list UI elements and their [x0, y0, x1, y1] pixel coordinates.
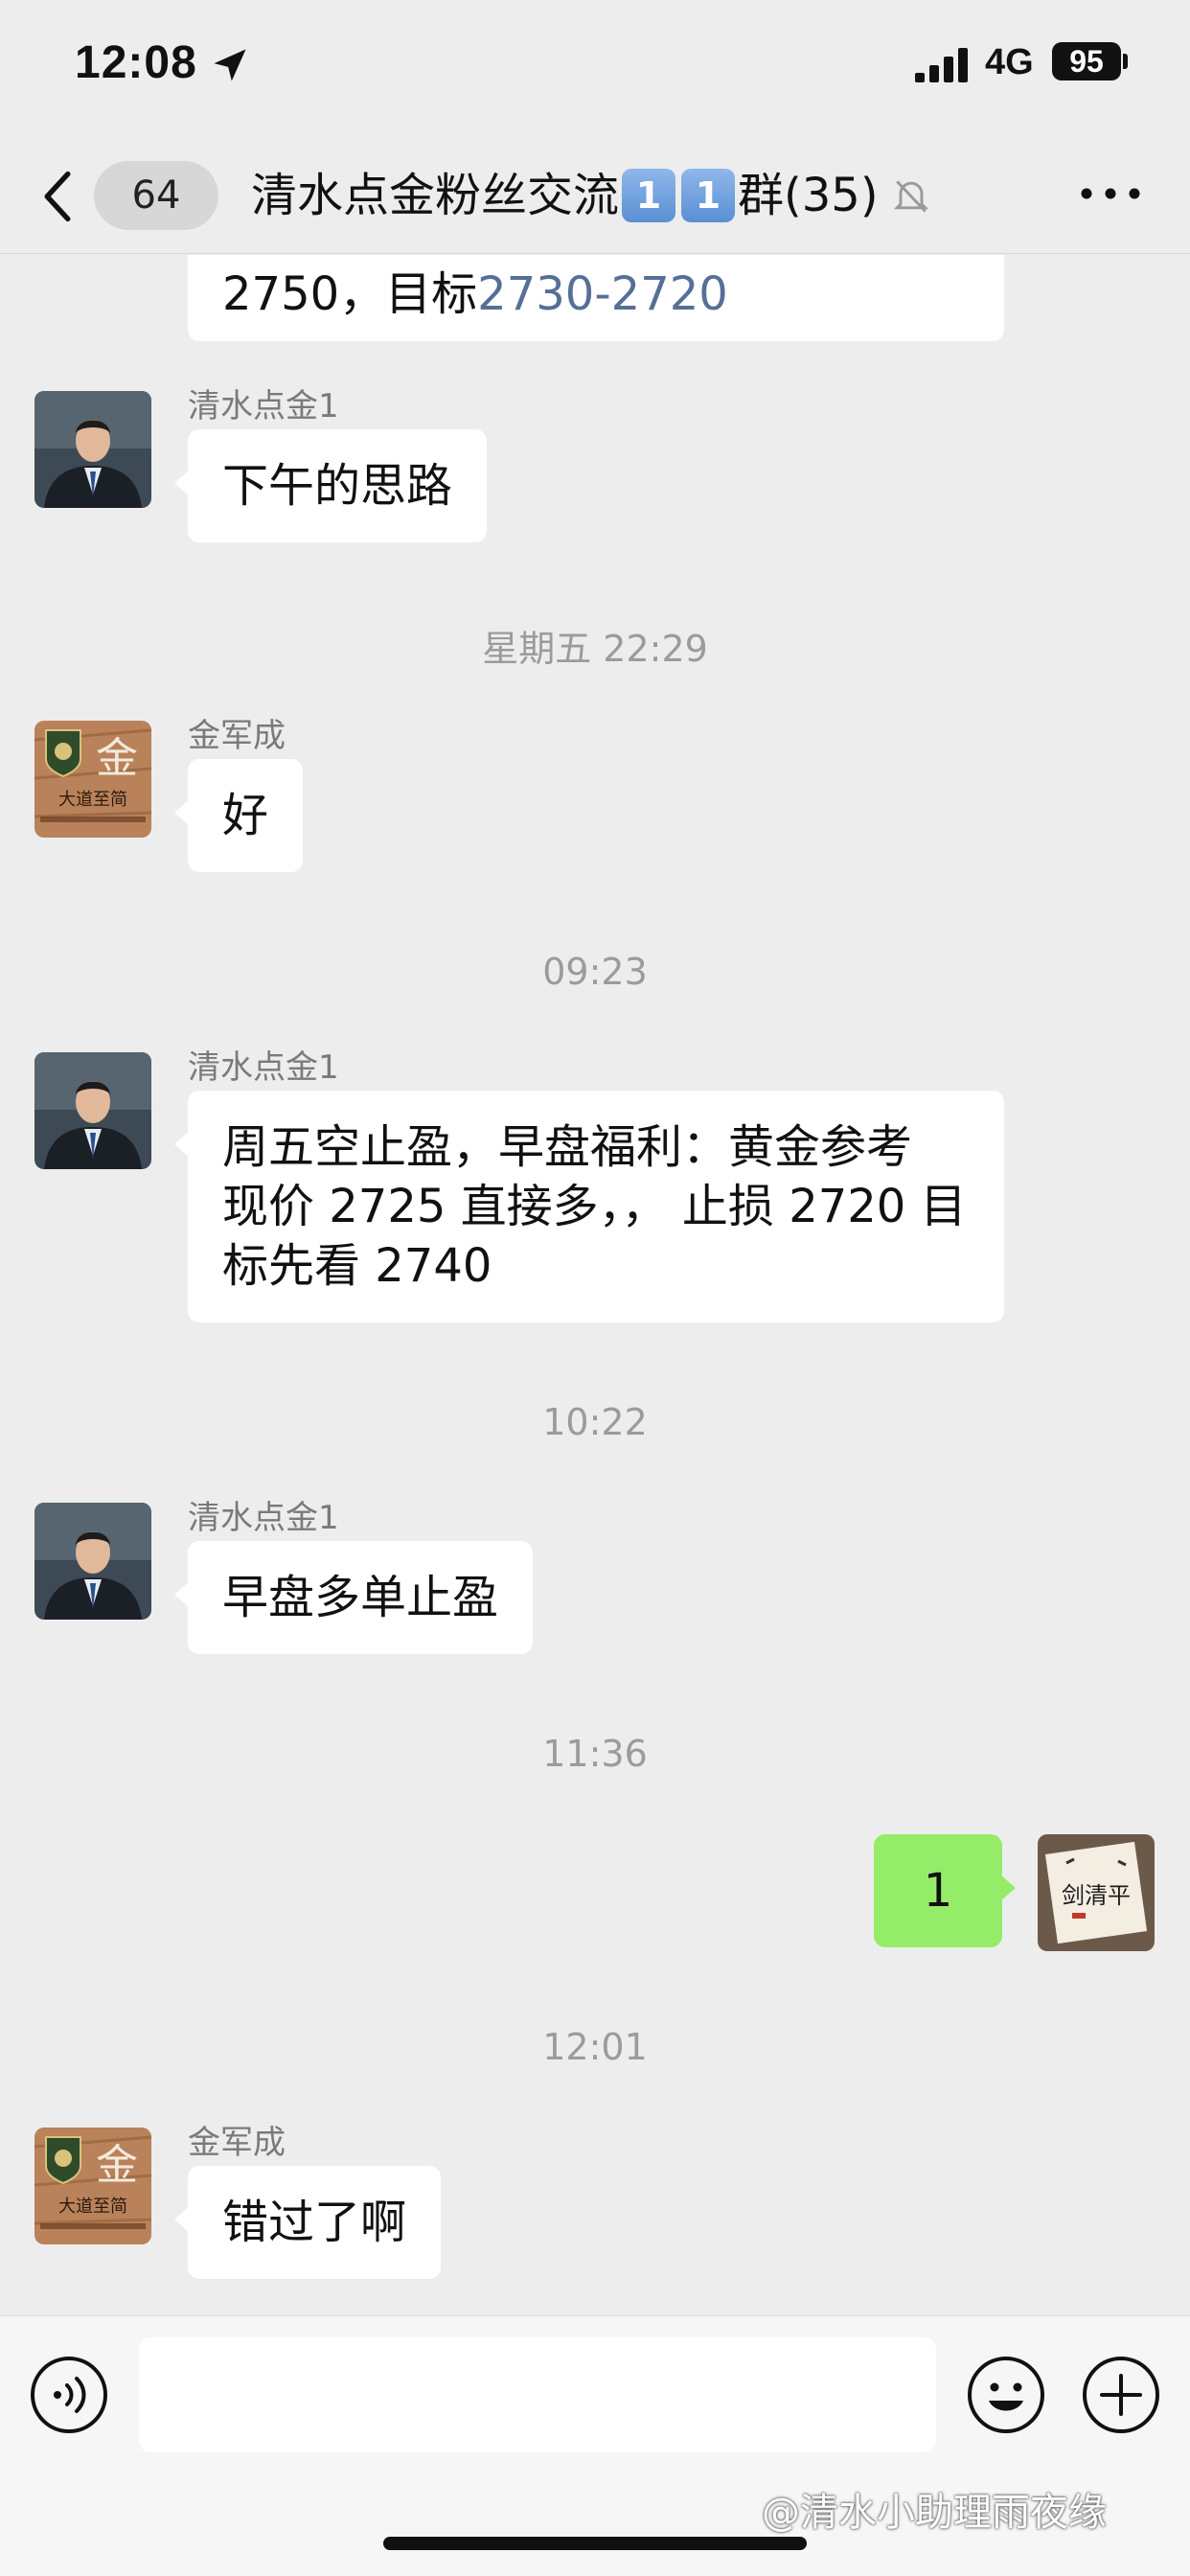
message-text-line: 周五空止盈，早盘福利：黄金参考 — [222, 1120, 913, 1174]
avatar-self[interactable]: 剑清平 — [1038, 1834, 1155, 1951]
timestamp: 12:01 — [542, 2026, 648, 2068]
avatar-script-text: 大道至简 — [58, 790, 127, 810]
avatar[interactable] — [34, 1503, 151, 1620]
title-prefix: 清水点金粉丝交流 — [251, 169, 620, 222]
plus-icon[interactable] — [1081, 2355, 1161, 2435]
message-bubble[interactable]: 好 — [173, 759, 304, 872]
timestamp: 10:22 — [542, 1401, 648, 1443]
avatar[interactable] — [34, 1052, 151, 1169]
message-text: 好 — [222, 789, 269, 842]
avatar-badge-glyph: 金 — [96, 734, 138, 783]
sender-name: 金军成 — [188, 2124, 286, 2162]
message-bubble-self[interactable]: 1 — [874, 1834, 1016, 1947]
avatar-wood-badge: 金 大道至简 — [34, 2128, 151, 2244]
watermark-text: @清水小助理雨夜缘 — [762, 2491, 1107, 2535]
chat-title: 清水点金粉丝交流 1 1 群(35) — [251, 165, 932, 226]
message-bubble[interactable]: 2750，目标2730-2720 — [188, 255, 1004, 341]
avatar[interactable] — [34, 391, 151, 508]
avatar-wood-badge: 金 大道至简 — [34, 721, 151, 838]
title-suffix: 群(35) — [738, 169, 879, 222]
message-text-line: 标先看 2740 — [222, 1239, 492, 1293]
battery-indicator: 95 — [1052, 42, 1121, 80]
message-list[interactable]: 2750，目标2730-2720 清水点金1 下午的思路 星期五 22:29 金… — [0, 255, 1190, 2315]
avatar[interactable]: 金 大道至简 — [34, 2128, 151, 2244]
location-arrow-icon — [214, 49, 246, 81]
bell-slash-icon — [893, 180, 928, 213]
message-text-line: 现价 2725 直接多，， 止损 2720 目 — [222, 1180, 967, 1233]
avatar-calligraphy-card: 剑清平 — [1038, 1834, 1155, 1951]
avatar-man-suit — [34, 391, 151, 508]
message-bubble[interactable]: 错过了啊 — [173, 2166, 442, 2279]
message-text: 下午的思路 — [222, 459, 453, 513]
message-link-text[interactable]: 2730-2720 — [477, 267, 728, 321]
sender-name: 清水点金1 — [188, 387, 339, 426]
avatar-script-text: 大道至简 — [58, 2196, 127, 2217]
message-bubble[interactable]: 周五空止盈，早盘福利：黄金参考 现价 2725 直接多，， 止损 2720 目 … — [174, 1091, 1004, 1322]
unread-count-badge: 64 — [94, 161, 218, 230]
chat-nav-bar: 64 清水点金粉丝交流 1 1 群(35) — [0, 134, 1190, 254]
network-type: 4G — [985, 42, 1034, 82]
message-text: 错过了啊 — [222, 2196, 407, 2249]
timestamp: 星期五 22:29 — [482, 628, 708, 670]
message-text: 1 — [923, 1864, 953, 1918]
avatar-calligraphy-text: 剑清平 — [1062, 1882, 1131, 1909]
status-time: 12:08 — [75, 37, 197, 88]
emoji-icon[interactable] — [966, 2355, 1046, 2435]
avatar-man-suit — [34, 1503, 151, 1620]
sender-name: 金军成 — [188, 717, 286, 755]
timestamp: 11:36 — [542, 1733, 648, 1775]
message-bubble[interactable]: 早盘多单止盈 — [173, 1541, 534, 1654]
battery-cap — [1123, 54, 1128, 69]
chevron-left-icon — [44, 171, 71, 222]
message-input[interactable] — [139, 2337, 936, 2452]
avatar-badge-glyph: 金 — [96, 2141, 138, 2190]
avatar[interactable]: 金 大道至简 — [34, 721, 151, 838]
input-bar: @清水小助理雨夜缘 — [0, 2315, 1190, 2576]
voice-icon[interactable] — [29, 2355, 109, 2435]
keycap-one-emoji: 1 — [681, 169, 736, 222]
timestamp: 09:23 — [542, 951, 648, 993]
home-indicator[interactable] — [383, 2537, 807, 2550]
message-text: 2750，目标 — [222, 267, 478, 321]
status-bar: 12:08 4G 95 — [0, 0, 1190, 134]
sender-name: 清水点金1 — [188, 1499, 339, 1537]
avatar-man-suit — [34, 1052, 151, 1169]
ellipsis-icon[interactable] — [1075, 172, 1146, 215]
back-button[interactable]: 64 — [38, 161, 218, 230]
message-text: 早盘多单止盈 — [222, 1571, 499, 1624]
keycap-one-emoji: 1 — [622, 169, 676, 222]
sender-name: 清水点金1 — [188, 1048, 339, 1087]
cellular-signal-icon — [915, 48, 968, 82]
message-bubble[interactable]: 下午的思路 — [173, 429, 488, 542]
